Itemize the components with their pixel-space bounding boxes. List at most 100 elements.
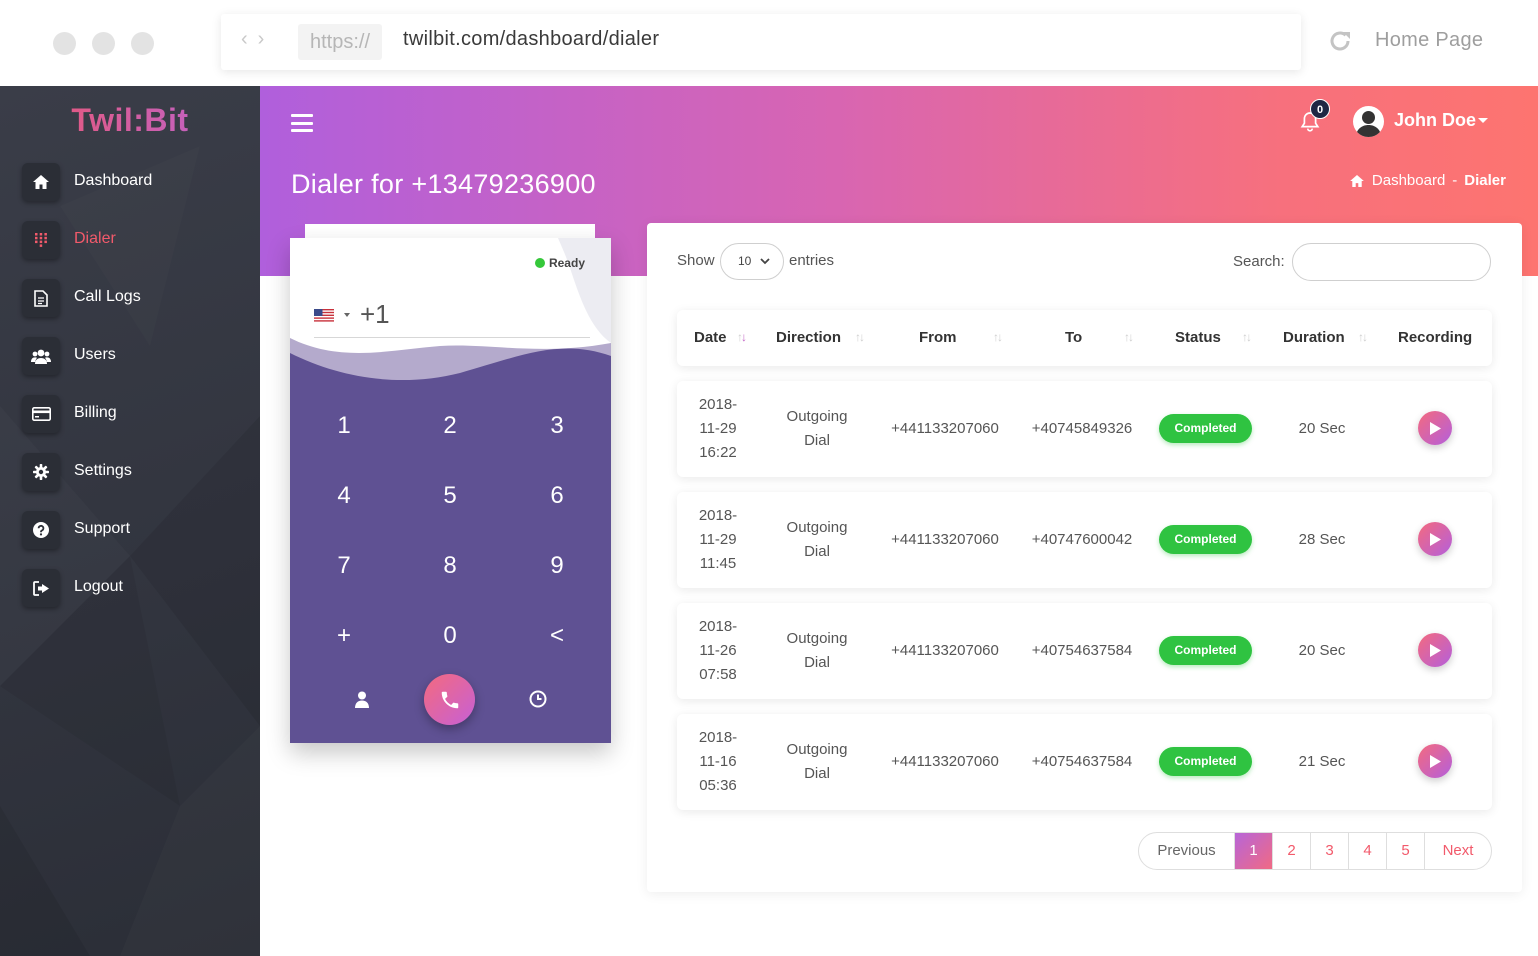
reload-icon[interactable] xyxy=(1325,26,1355,56)
cell-direction: Outgoing Dial xyxy=(786,630,848,671)
gear-icon xyxy=(22,453,60,491)
cell-to: +40747600042 xyxy=(1031,531,1133,548)
play-recording-button[interactable] xyxy=(1418,522,1452,556)
url-text[interactable]: twilbit.com/dashboard/dialer xyxy=(403,28,659,51)
page-button-5[interactable]: 5 xyxy=(1386,833,1424,869)
page-button-2[interactable]: 2 xyxy=(1272,833,1310,869)
table-row[interactable]: 2018- 11-16 05:36 Outgoing Dial +4411332070… xyxy=(677,714,1492,810)
home-page-link[interactable]: Home Page xyxy=(1375,29,1483,52)
column-header-duration[interactable]: Duration xyxy=(1283,329,1345,346)
page-button-4[interactable]: 4 xyxy=(1348,833,1386,869)
status-text: Ready xyxy=(548,256,585,270)
home-icon xyxy=(22,163,60,201)
status-badge: Completed xyxy=(1159,525,1252,554)
us-flag-icon[interactable] xyxy=(314,309,334,322)
address-bar[interactable]: ‹› https:// twilbit.com/dashboard/dialer xyxy=(221,14,1301,70)
dial-key-8[interactable]: 8 xyxy=(420,546,480,586)
previous-page-button[interactable]: Previous xyxy=(1139,833,1234,869)
cell-date: 2018- 11-16 05:36 xyxy=(698,729,738,794)
cell-duration: 21 Sec xyxy=(1298,753,1346,770)
chevron-down-icon[interactable] xyxy=(1478,118,1488,123)
sidebar-item-label: Call Logs xyxy=(74,288,141,305)
sidebar-item-billing[interactable]: Billing xyxy=(22,395,242,435)
country-dropdown-caret[interactable] xyxy=(344,313,350,317)
page-button-1[interactable]: 1 xyxy=(1234,833,1272,869)
user-avatar-icon xyxy=(1356,111,1381,137)
dial-key-4[interactable]: 4 xyxy=(314,476,374,516)
next-page-button[interactable]: Next xyxy=(1424,833,1491,869)
sort-icon[interactable]: ↑↓ xyxy=(1358,330,1368,344)
cell-to: +40745849326 xyxy=(1031,420,1133,437)
table-row[interactable]: 2018- 11-26 07:58 Outgoing Dial +4411332070… xyxy=(677,603,1492,699)
cell-to: +40754637584 xyxy=(1031,753,1133,770)
column-header-status[interactable]: Status xyxy=(1175,329,1221,346)
dial-key-7[interactable]: 7 xyxy=(314,546,374,586)
column-header-date[interactable]: Date xyxy=(694,329,727,346)
play-recording-button[interactable] xyxy=(1418,633,1452,667)
table-row[interactable]: 2018- 11-29 11:45 Outgoing Dial +4411332070… xyxy=(677,492,1492,588)
chevron-down-icon xyxy=(760,258,770,265)
sidebar-item-users[interactable]: Users xyxy=(22,337,242,377)
breadcrumb: Dashboard - Dialer xyxy=(1350,172,1506,189)
cell-direction: Outgoing Dial xyxy=(786,408,848,449)
hamburger-menu-icon[interactable] xyxy=(291,114,313,132)
cell-to: +40754637584 xyxy=(1031,642,1133,659)
contacts-icon[interactable] xyxy=(351,688,373,710)
dial-key-1[interactable]: 1 xyxy=(314,406,374,446)
window-close-dot[interactable] xyxy=(53,32,76,55)
app-window: ‹› https:// twilbit.com/dashboard/dialer… xyxy=(0,0,1538,956)
sidebar-item-logout[interactable]: Logout xyxy=(22,569,242,609)
dial-key-3[interactable]: 3 xyxy=(527,406,587,446)
sort-icon[interactable]: ↑↓ xyxy=(993,330,1003,344)
dial-key-0[interactable]: 0 xyxy=(420,616,480,656)
entries-per-page-select[interactable]: 10 xyxy=(720,243,784,280)
dial-key-9[interactable]: 9 xyxy=(527,546,587,586)
window-minimize-dot[interactable] xyxy=(92,32,115,55)
sidebar-item-support[interactable]: Support xyxy=(22,511,242,551)
status-badge: Completed xyxy=(1159,636,1252,665)
sort-icon[interactable]: ↑↓ xyxy=(1124,330,1134,344)
dial-key-6[interactable]: 6 xyxy=(527,476,587,516)
play-recording-button[interactable] xyxy=(1418,411,1452,445)
play-recording-button[interactable] xyxy=(1418,744,1452,778)
sidebar-item-dashboard[interactable]: Dashboard xyxy=(22,163,242,203)
sidebar-item-call-logs[interactable]: Call Logs xyxy=(22,279,242,319)
browser-chrome: ‹› https:// twilbit.com/dashboard/dialer… xyxy=(0,0,1538,86)
status-badge: Completed xyxy=(1159,747,1252,776)
sort-icon[interactable]: ↑↓ xyxy=(1242,330,1252,344)
entries-select-value: 10 xyxy=(738,254,752,268)
question-icon xyxy=(22,511,60,549)
table-header: Date ↑↓ Direction ↑↓ From ↑↓ To ↑↓ Statu… xyxy=(677,310,1492,366)
sidebar: Twil:Bit Dashboard Dialer Call Logs User… xyxy=(0,86,260,956)
call-button[interactable] xyxy=(424,674,475,725)
backspace-key[interactable]: < xyxy=(527,616,587,656)
nav-arrows[interactable]: ‹› xyxy=(241,28,274,51)
forward-icon[interactable]: › xyxy=(258,28,275,50)
notification-count-badge: 0 xyxy=(1310,99,1330,119)
window-maximize-dot[interactable] xyxy=(131,32,154,55)
avatar[interactable] xyxy=(1353,106,1384,137)
pagination: Previous 1 2 3 4 5 Next xyxy=(1138,832,1492,870)
app-logo[interactable]: Twil:Bit xyxy=(0,102,260,139)
dial-key-5[interactable]: 5 xyxy=(420,476,480,516)
phone-number-input[interactable]: +1 xyxy=(360,299,390,330)
user-menu-name[interactable]: John Doe xyxy=(1394,110,1476,131)
column-header-to[interactable]: To xyxy=(1065,329,1082,346)
dial-key-plus[interactable]: + xyxy=(314,616,374,656)
column-header-direction[interactable]: Direction xyxy=(776,329,841,346)
sort-icon[interactable]: ↑↓ xyxy=(737,330,747,344)
dial-key-2[interactable]: 2 xyxy=(420,406,480,446)
column-header-from[interactable]: From xyxy=(919,329,957,346)
table-row[interactable]: 2018- 11-29 16:22 Outgoing Dial +4411332070… xyxy=(677,381,1492,477)
search-input[interactable] xyxy=(1292,243,1491,281)
cell-duration: 28 Sec xyxy=(1298,531,1346,548)
sidebar-item-label: Logout xyxy=(74,578,123,595)
cell-from: +441133207060 xyxy=(891,531,999,548)
breadcrumb-home-link[interactable]: Dashboard xyxy=(1372,172,1445,189)
history-icon[interactable] xyxy=(527,688,549,710)
sort-icon[interactable]: ↑↓ xyxy=(855,330,865,344)
sidebar-item-settings[interactable]: Settings xyxy=(22,453,242,493)
sidebar-item-dialer[interactable]: Dialer xyxy=(22,221,242,261)
page-button-3[interactable]: 3 xyxy=(1310,833,1348,869)
back-icon[interactable]: ‹ xyxy=(241,28,258,50)
